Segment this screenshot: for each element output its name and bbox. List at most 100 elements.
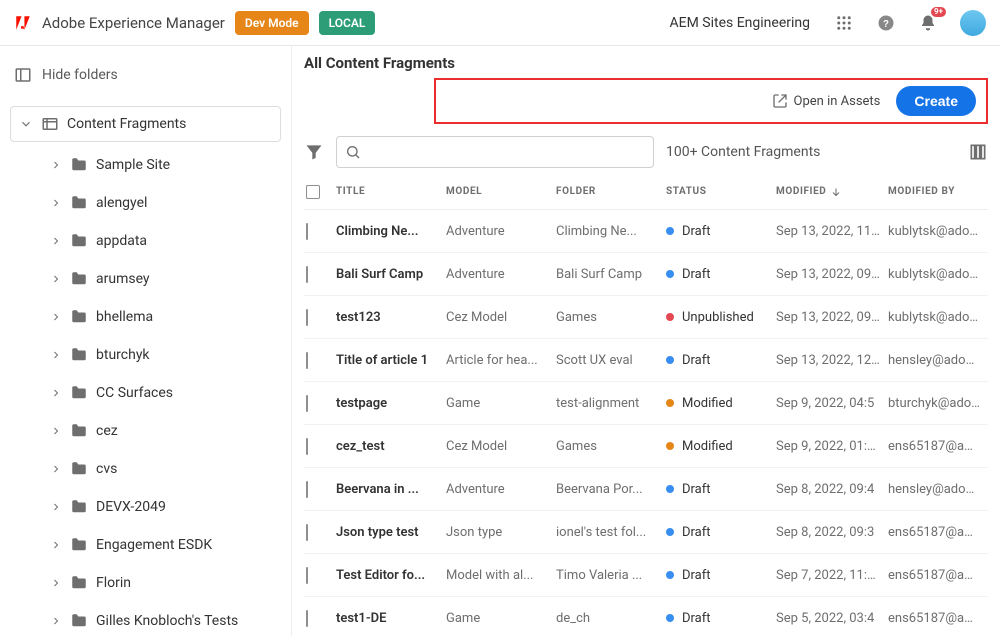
cell-status: Modified <box>666 396 776 411</box>
cell-status: Draft <box>666 482 776 497</box>
table-row[interactable]: test1-DEGamede_chDraftSep 5, 2022, 03:4e… <box>304 597 988 636</box>
table: TITLE MODEL FOLDER STATUS MODIFIED MODIF… <box>292 174 1000 636</box>
table-row[interactable]: Climbing Ne...AdventureClimbing Ne...Dra… <box>304 210 988 253</box>
sidebar-item-label: CC Surfaces <box>96 385 173 401</box>
column-settings-icon[interactable] <box>968 142 988 162</box>
chevron-right-icon <box>50 615 62 627</box>
row-checkbox[interactable] <box>306 266 308 283</box>
hide-folders-button[interactable]: Hide folders <box>10 56 281 94</box>
open-in-assets-label: Open in Assets <box>794 94 881 109</box>
table-row[interactable]: Json type testJson typeionel's test fol.… <box>304 511 988 554</box>
status-label: Draft <box>682 353 711 368</box>
cell-folder: test-alignment <box>556 396 666 411</box>
row-checkbox[interactable] <box>306 610 308 627</box>
chevron-right-icon <box>50 577 62 589</box>
sidebar-item[interactable]: arumsey <box>10 260 281 298</box>
sidebar-item[interactable]: appdata <box>10 222 281 260</box>
row-checkbox[interactable] <box>306 438 308 455</box>
sidebar-item-label: DEVX-2049 <box>96 499 166 515</box>
sidebar-item[interactable]: Florin <box>10 564 281 602</box>
col-folder[interactable]: FOLDER <box>556 186 666 197</box>
cell-status: Unpublished <box>666 310 776 325</box>
sidebar-item[interactable]: CC Surfaces <box>10 374 281 412</box>
apps-grid-icon[interactable] <box>834 13 854 33</box>
sidebar-item[interactable]: Gilles Knobloch's Tests <box>10 602 281 636</box>
table-row[interactable]: Beervana in ...AdventureBeervana Por...D… <box>304 468 988 511</box>
folder-icon <box>70 612 88 630</box>
row-checkbox[interactable] <box>306 567 308 584</box>
chevron-right-icon <box>50 235 62 247</box>
folder-icon <box>70 422 88 440</box>
cell-modified-by: kublytsk@adobe <box>888 224 988 239</box>
folder-icon <box>70 194 88 212</box>
sidebar-item[interactable]: Sample Site <box>10 146 281 184</box>
create-button[interactable]: Create <box>896 86 976 116</box>
chevron-right-icon <box>50 425 62 437</box>
chevron-right-icon <box>50 159 62 171</box>
toolbar: 100+ Content Fragments <box>292 124 1000 174</box>
org-name[interactable]: AEM Sites Engineering <box>670 15 810 31</box>
cell-modified-by: ens65187@adobe <box>888 568 988 583</box>
sidebar-item[interactable]: Engagement ESDK <box>10 526 281 564</box>
row-checkbox[interactable] <box>306 223 308 240</box>
col-modified-by[interactable]: MODIFIED BY <box>888 186 988 197</box>
row-checkbox[interactable] <box>306 481 308 498</box>
row-checkbox[interactable] <box>306 352 308 369</box>
status-dot-icon <box>666 270 674 278</box>
sidebar-item-label: bhellema <box>96 309 153 325</box>
open-in-assets-button[interactable]: Open in Assets <box>772 93 881 109</box>
content: All Content Fragments Open in Assets Cre… <box>292 46 1000 636</box>
cell-status: Draft <box>666 525 776 540</box>
row-checkbox[interactable] <box>306 524 308 541</box>
col-title[interactable]: TITLE <box>336 186 446 197</box>
table-row[interactable]: test123Cez ModelGamesUnpublishedSep 13, … <box>304 296 988 339</box>
chevron-right-icon <box>50 463 62 475</box>
cell-modified-by: hensley@adobe. <box>888 482 988 497</box>
status-label: Draft <box>682 568 711 583</box>
sidebar-item[interactable]: cvs <box>10 450 281 488</box>
cell-title: Title of article 1 <box>336 353 446 368</box>
sidebar-item[interactable]: cez <box>10 412 281 450</box>
page-title: All Content Fragments <box>304 54 988 72</box>
table-row[interactable]: cez_testCez ModelGamesModifiedSep 9, 202… <box>304 425 988 468</box>
filter-icon[interactable] <box>304 142 324 162</box>
chevron-right-icon <box>50 273 62 285</box>
cell-modified-by: hensley@adobe. <box>888 353 988 368</box>
chevron-right-icon <box>50 539 62 551</box>
avatar[interactable] <box>960 10 986 36</box>
folder-icon <box>70 536 88 554</box>
col-model[interactable]: MODEL <box>446 186 556 197</box>
cell-folder: de_ch <box>556 611 666 626</box>
folder-icon <box>70 384 88 402</box>
sidebar-item[interactable]: bturchyk <box>10 336 281 374</box>
sidebar-item-label: bturchyk <box>96 347 150 363</box>
col-modified[interactable]: MODIFIED <box>776 186 888 198</box>
cell-modified: Sep 5, 2022, 03:4 <box>776 611 888 626</box>
search-input[interactable] <box>336 136 654 168</box>
chevron-right-icon <box>50 197 62 209</box>
adobe-logo-icon <box>14 14 32 32</box>
search-field[interactable] <box>369 144 645 160</box>
select-all-checkbox[interactable] <box>306 185 320 199</box>
status-label: Modified <box>682 396 733 411</box>
cell-folder: Bali Surf Camp <box>556 267 666 282</box>
cell-model: Article for hea... <box>446 353 556 368</box>
row-checkbox[interactable] <box>306 395 308 412</box>
cell-status: Draft <box>666 568 776 583</box>
sidebar-item[interactable]: alengyel <box>10 184 281 222</box>
col-status[interactable]: STATUS <box>666 186 776 197</box>
sidebar-item[interactable]: bhellema <box>10 298 281 336</box>
table-row[interactable]: Title of article 1Article for hea...Scot… <box>304 339 988 382</box>
sidebar-item[interactable]: DEVX-2049 <box>10 488 281 526</box>
help-icon[interactable]: ? <box>876 13 896 33</box>
folder-icon <box>70 574 88 592</box>
cell-model: Game <box>446 611 556 626</box>
cell-model: Adventure <box>446 224 556 239</box>
table-row[interactable]: Test Editor fo...Model with al...Timo Va… <box>304 554 988 597</box>
cell-title: Climbing Ne... <box>336 224 446 239</box>
notifications-icon[interactable]: 9+ <box>918 13 938 33</box>
tree-root[interactable]: Content Fragments <box>10 106 281 142</box>
row-checkbox[interactable] <box>306 309 308 326</box>
table-row[interactable]: testpageGametest-alignmentModifiedSep 9,… <box>304 382 988 425</box>
table-row[interactable]: Bali Surf CampAdventureBali Surf CampDra… <box>304 253 988 296</box>
